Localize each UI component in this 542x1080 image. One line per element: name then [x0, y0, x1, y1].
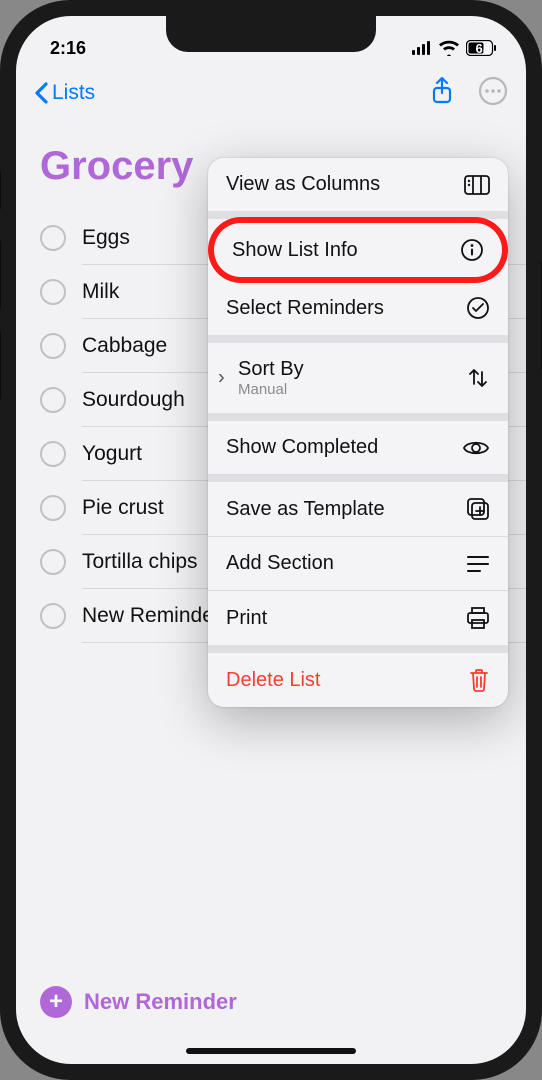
new-reminder-button[interactable]: + New Reminder — [16, 976, 526, 1028]
checkbox[interactable] — [40, 387, 66, 413]
menu-label: Print — [226, 607, 267, 630]
printer-icon — [466, 606, 490, 630]
checkbox[interactable] — [40, 225, 66, 251]
menu-label: Show List Info — [232, 239, 358, 262]
plus-icon: + — [40, 986, 72, 1018]
wifi-icon — [438, 40, 460, 56]
share-icon — [430, 77, 454, 105]
template-icon — [466, 497, 490, 521]
volume-up-button — [0, 240, 1, 310]
trash-icon — [468, 668, 490, 692]
menu-print[interactable]: Print — [208, 591, 508, 653]
checkbox[interactable] — [40, 603, 66, 629]
sort-icon — [466, 366, 490, 390]
mute-switch — [0, 170, 1, 210]
device-frame: 2:16 65 Lists — [0, 0, 542, 1080]
menu-view-as-columns[interactable]: View as Columns — [208, 158, 508, 219]
nav-bar: Lists — [16, 68, 526, 118]
checkmark-circle-icon — [466, 296, 490, 320]
menu-label: Show Completed — [226, 436, 378, 459]
menu-sort-by[interactable]: Sort By Manual — [208, 343, 508, 421]
menu-select-reminders[interactable]: Select Reminders — [208, 281, 508, 343]
eye-icon — [462, 438, 490, 458]
menu-label: Save as Template — [226, 498, 385, 521]
chevron-left-icon — [34, 82, 48, 104]
volume-down-button — [0, 330, 1, 400]
more-button[interactable] — [478, 76, 508, 111]
menu-label: Add Section — [226, 552, 334, 575]
info-icon — [460, 238, 484, 262]
more-icon — [478, 76, 508, 106]
battery-indicator: 65 — [466, 40, 496, 56]
menu-label: Select Reminders — [226, 297, 384, 320]
checkbox[interactable] — [40, 549, 66, 575]
back-button[interactable]: Lists — [34, 81, 95, 105]
menu-add-section[interactable]: Add Section — [208, 537, 508, 591]
home-indicator[interactable] — [186, 1048, 356, 1054]
clock: 2:16 — [50, 38, 150, 59]
menu-delete-list[interactable]: Delete List — [208, 653, 508, 707]
menu-sublabel: Manual — [238, 381, 304, 398]
share-button[interactable] — [430, 77, 454, 110]
checkbox[interactable] — [40, 495, 66, 521]
checkbox[interactable] — [40, 441, 66, 467]
notch — [166, 16, 376, 52]
menu-show-list-info[interactable]: Show List Info — [214, 223, 502, 277]
menu-label: View as Columns — [226, 173, 380, 196]
menu-label: Sort By — [238, 358, 304, 381]
columns-icon — [464, 175, 490, 195]
back-label: Lists — [52, 81, 95, 105]
status-icons: 65 — [412, 40, 496, 56]
list-icon — [466, 554, 490, 574]
new-reminder-label: New Reminder — [84, 989, 237, 1015]
cellular-icon — [412, 41, 432, 55]
screen: 2:16 65 Lists — [16, 16, 526, 1064]
checkbox[interactable] — [40, 333, 66, 359]
checkbox[interactable] — [40, 279, 66, 305]
context-menu: View as Columns Show List Info Select Re… — [208, 158, 508, 707]
menu-label: Delete List — [226, 669, 321, 692]
menu-save-as-template[interactable]: Save as Template — [208, 482, 508, 537]
menu-show-completed[interactable]: Show Completed — [208, 421, 508, 482]
